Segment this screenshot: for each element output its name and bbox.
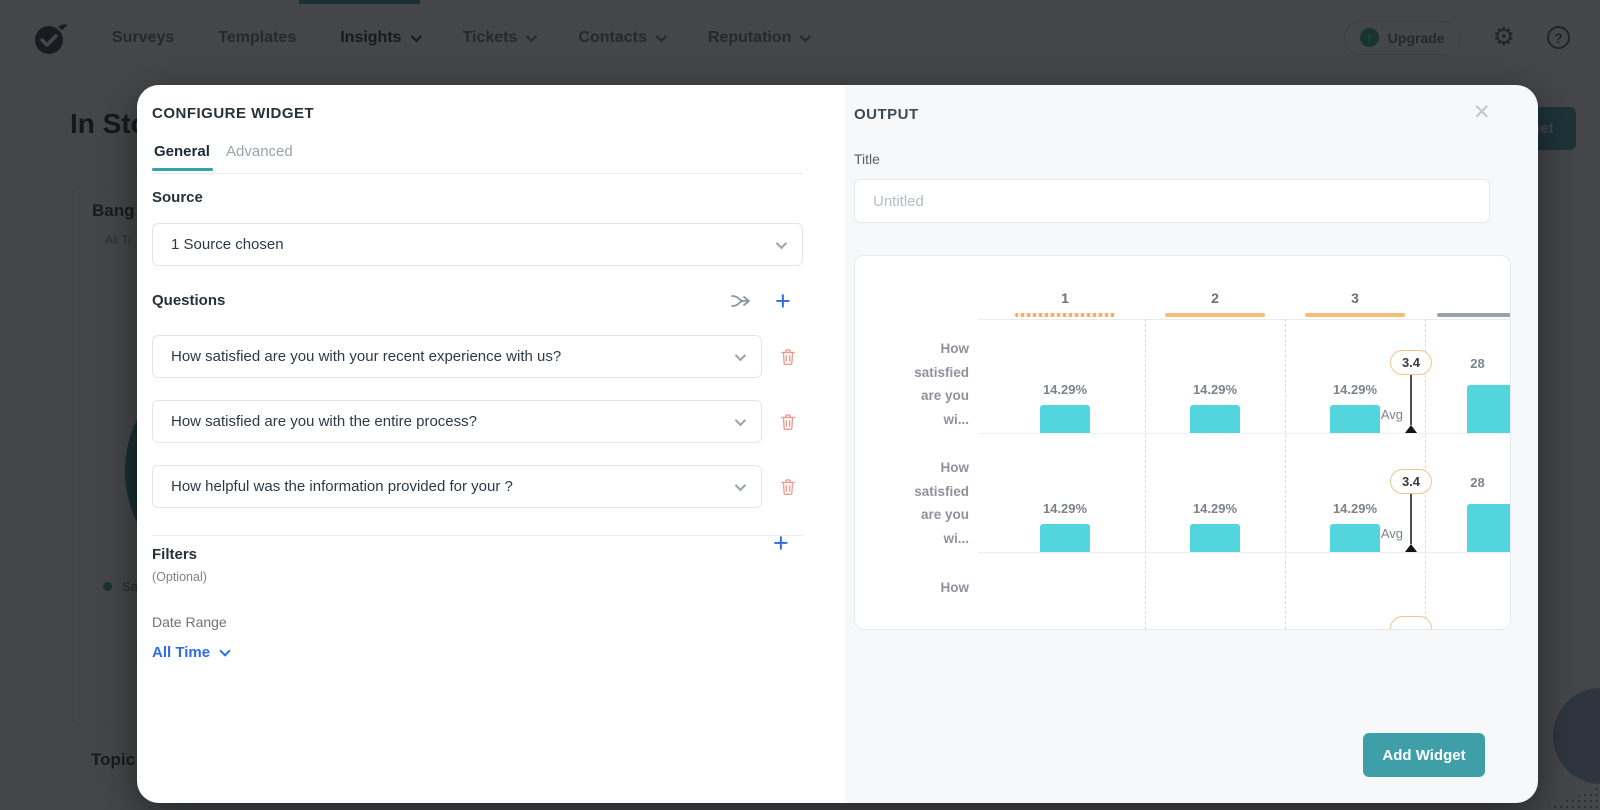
question-select-value: How satisfied are you with your recent e… — [171, 348, 562, 365]
source-label: Source — [152, 189, 203, 206]
avg-caption: Avg — [1380, 407, 1403, 422]
row-baseline — [978, 552, 1510, 553]
date-range-value[interactable]: All Time — [152, 644, 231, 661]
column-separator — [1145, 319, 1146, 629]
bar — [1040, 405, 1090, 433]
row-label-line: are you — [920, 388, 969, 403]
row-label-line: How — [940, 341, 970, 356]
chart-row-label-partial: How — [855, 576, 970, 600]
column-header-1: 1 — [1061, 290, 1069, 306]
bar-partial — [1467, 385, 1510, 433]
bar — [1040, 524, 1090, 552]
chart-row-label: How satisfied are you wi... — [855, 456, 969, 550]
row-label-line: are you — [920, 507, 969, 522]
avg-marker-arrow — [1405, 544, 1417, 552]
bar-value-label-partial: 28 — [1470, 475, 1485, 490]
question-select-value: How satisfied are you with the entire pr… — [171, 413, 477, 430]
filters-optional-note: (Optional) — [152, 570, 207, 584]
chevron-down-icon — [734, 414, 747, 426]
bar-value-label: 14.29% — [1332, 382, 1378, 397]
chevron-down-icon — [775, 237, 788, 249]
active-tab-underline — [152, 168, 213, 171]
column-marker-1 — [1015, 313, 1115, 317]
source-select[interactable]: 1 Source chosen — [152, 223, 803, 266]
questions-label: Questions — [152, 292, 226, 309]
chart-row-label: How satisfied are you wi... — [855, 337, 969, 431]
column-marker-partial — [1437, 313, 1510, 317]
chevron-down-icon — [219, 645, 231, 657]
row-label-line: satisfied — [914, 483, 969, 499]
question-select-2[interactable]: How satisfied are you with the entire pr… — [152, 400, 762, 443]
app-root: Surveys Templates Insights Tickets Conta… — [0, 0, 1600, 810]
questions-actions: + — [729, 288, 791, 315]
chevron-down-icon — [734, 479, 747, 491]
date-range-value-text: All Time — [152, 644, 211, 661]
row-label-line: wi... — [943, 530, 969, 546]
chart-header-line — [978, 319, 1510, 320]
add-widget-button[interactable]: Add Widget — [1363, 733, 1485, 777]
row-label-line: wi... — [943, 411, 969, 427]
configure-widget-modal: CONFIGURE WIDGET General Advanced Source… — [137, 85, 1538, 803]
output-panel: OUTPUT ✕ Title 1 2 3 How satis — [845, 85, 1538, 803]
question-row: How satisfied are you with the entire pr… — [152, 400, 803, 443]
source-select-value: 1 Source chosen — [171, 236, 284, 253]
row-label-line: How — [940, 460, 970, 475]
bar-partial — [1467, 504, 1510, 552]
add-filter-icon[interactable]: + — [773, 530, 789, 557]
column-separator — [1285, 319, 1286, 629]
avg-value-badge-partial — [1390, 616, 1432, 629]
widget-title-input[interactable] — [854, 179, 1490, 223]
chevron-down-icon — [734, 349, 747, 361]
delete-question-icon[interactable] — [778, 412, 798, 432]
chart-preview-card: 1 2 3 How satisfied are you wi... 14.29%… — [854, 255, 1511, 630]
date-range-label: Date Range — [152, 614, 227, 630]
row-label-line: satisfied — [914, 364, 969, 380]
column-marker-3 — [1305, 313, 1405, 317]
avg-marker-line — [1410, 375, 1412, 425]
delete-question-icon[interactable] — [778, 347, 798, 367]
bar — [1190, 524, 1240, 552]
bar-value-label: 14.29% — [1332, 501, 1378, 516]
column-header-3: 3 — [1351, 290, 1359, 306]
avg-marker-line — [1410, 494, 1412, 544]
question-select-3[interactable]: How helpful was the information provided… — [152, 465, 762, 508]
divider — [152, 173, 803, 174]
avg-value-badge: 3.4 — [1390, 350, 1432, 375]
filters-label: Filters — [152, 546, 198, 563]
bar-value-label: 14.29% — [1192, 501, 1238, 516]
divider — [152, 535, 803, 536]
question-select-1[interactable]: How satisfied are you with your recent e… — [152, 335, 762, 378]
question-row: How satisfied are you with your recent e… — [152, 335, 803, 378]
tab-advanced[interactable]: Advanced — [226, 143, 293, 160]
output-title: OUTPUT — [854, 106, 919, 123]
bar-value-label: 14.29% — [1042, 382, 1088, 397]
column-header-2: 2 — [1211, 290, 1219, 306]
config-panel: CONFIGURE WIDGET General Advanced Source… — [137, 85, 845, 803]
avg-value-badge: 3.4 — [1390, 469, 1432, 494]
avg-marker-arrow — [1405, 425, 1417, 433]
column-marker-2 — [1165, 313, 1265, 317]
row-baseline — [978, 433, 1510, 434]
avg-caption: Avg — [1380, 526, 1403, 541]
merge-questions-icon[interactable] — [729, 289, 753, 313]
close-icon[interactable]: ✕ — [1473, 100, 1491, 125]
add-question-icon[interactable]: + — [775, 288, 791, 315]
question-row: How helpful was the information provided… — [152, 465, 803, 508]
tab-general[interactable]: General — [154, 143, 210, 160]
modal-title: CONFIGURE WIDGET — [152, 105, 315, 122]
widget-title-label: Title — [854, 151, 880, 167]
bar-value-label: 14.29% — [1042, 501, 1088, 516]
bar — [1190, 405, 1240, 433]
bar-value-label: 14.29% — [1192, 382, 1238, 397]
bar-value-label-partial: 28 — [1470, 356, 1485, 371]
row-label-line: How — [940, 580, 970, 595]
delete-question-icon[interactable] — [778, 477, 798, 497]
question-select-value: How helpful was the information provided… — [171, 478, 513, 495]
